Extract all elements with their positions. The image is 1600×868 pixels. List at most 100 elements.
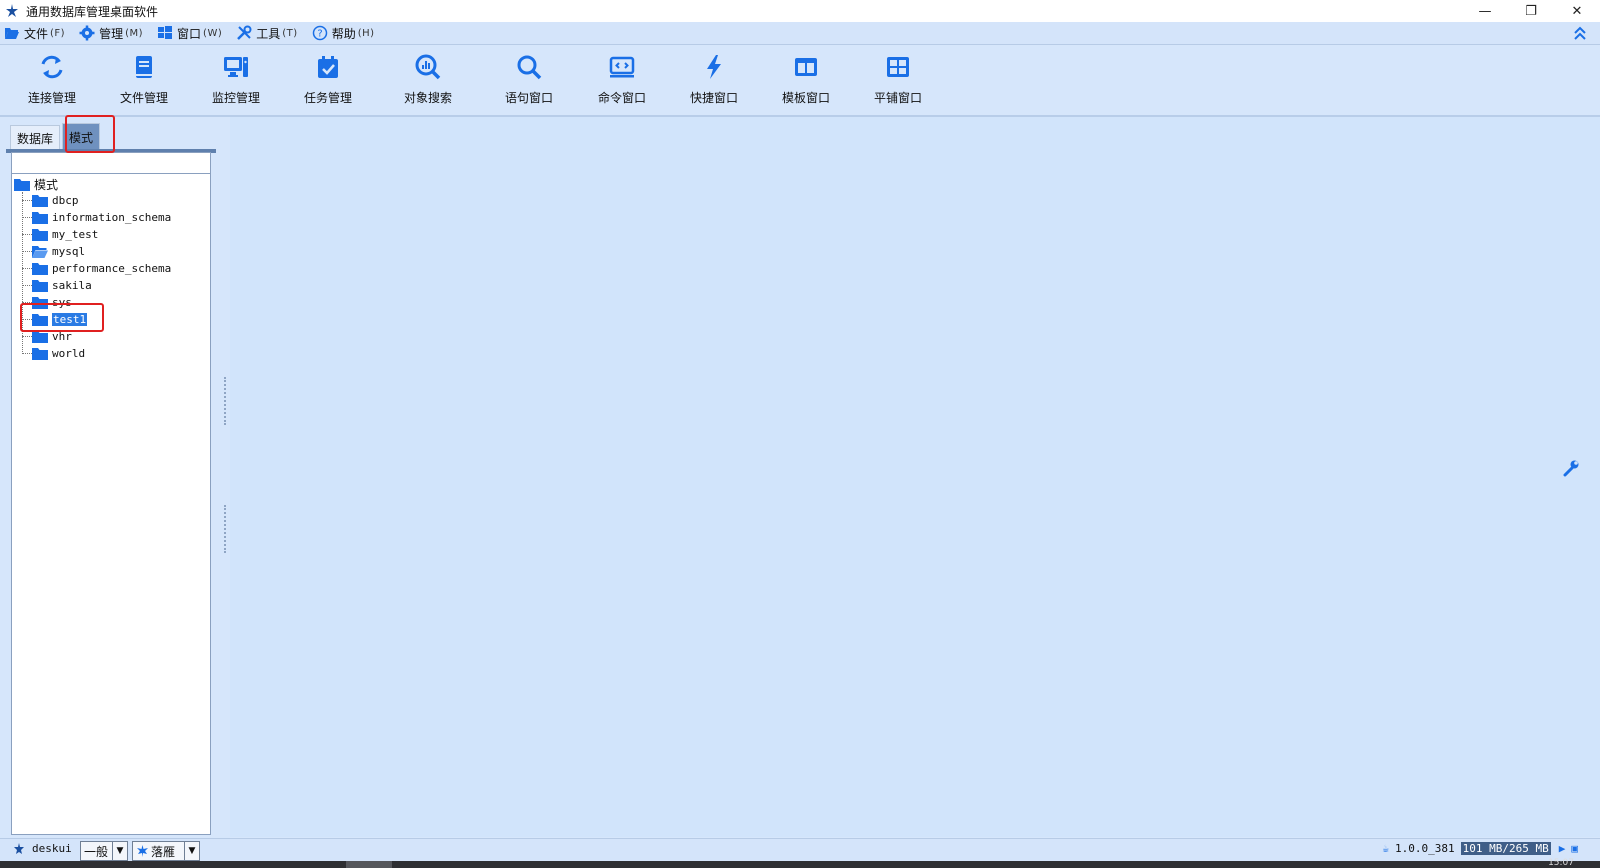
menu-bar: 文件 (F) 管理 (M) 窗口 (W) 工具 (T) ? 帮助 (H)	[0, 22, 1600, 45]
tab-database[interactable]: 数据库	[10, 125, 61, 150]
tree-node-my-test[interactable]: my_test	[22, 226, 98, 243]
collapse-toolbar-icon[interactable]	[1572, 24, 1588, 42]
menu-manage-label: 管理	[99, 26, 124, 41]
columns-icon	[795, 58, 817, 76]
taskbar-clock: 15:07	[1548, 858, 1574, 868]
tool-template-window[interactable]: 模板窗口	[766, 49, 846, 109]
menu-window-mnemonic: (W)	[203, 27, 223, 39]
svg-text:?: ?	[317, 29, 322, 40]
book-icon	[136, 56, 152, 78]
tree-node-dbcp[interactable]: dbcp	[22, 192, 79, 209]
minimize-button[interactable]: —	[1462, 0, 1508, 22]
close-button[interactable]: ✕	[1554, 0, 1600, 22]
level-select[interactable]: 一般 ▼	[80, 841, 128, 861]
tree-root[interactable]: 模式	[14, 176, 58, 193]
tree-node-label: information_schema	[52, 211, 172, 224]
tool-connection-manager-label: 连接管理	[27, 91, 76, 105]
status-bar: deskui 一般 ▼ 落雁 ▼ ☕ 1.0.0_381 101 MB/265 …	[0, 838, 1600, 861]
grid-icon	[887, 57, 909, 77]
folder-icon	[14, 179, 30, 191]
menu-window[interactable]: 窗口 (W)	[157, 25, 222, 42]
splitter-grip	[224, 377, 228, 425]
menu-manage[interactable]: 管理 (M)	[79, 25, 143, 42]
menu-file-label: 文件	[24, 26, 49, 41]
tree-connector	[22, 234, 32, 235]
tool-connection-manager[interactable]: 连接管理	[12, 49, 92, 109]
tree-connector	[22, 200, 32, 201]
menu-file-mnemonic: (F)	[50, 27, 66, 39]
tool-file-manager[interactable]: 文件管理	[104, 49, 184, 109]
folder-icon	[32, 263, 48, 275]
gear-icon	[79, 25, 95, 41]
status-username: deskui	[32, 842, 72, 855]
tree-node-performance-schema[interactable]: performance_schema	[22, 260, 171, 277]
tool-command-window[interactable]: 命令窗口	[582, 49, 662, 109]
tree-node-information-schema[interactable]: information_schema	[22, 209, 171, 226]
window-controls: — ❐ ✕	[1462, 0, 1600, 22]
menu-help[interactable]: ? 帮助 (H)	[312, 25, 375, 42]
help-icon: ?	[312, 25, 327, 41]
tree-connector	[22, 336, 32, 337]
folder-open-icon	[5, 28, 19, 39]
sync-icon	[41, 55, 63, 79]
menu-help-mnemonic: (H)	[357, 27, 375, 39]
tree-root-label: 模式	[34, 178, 59, 192]
folder-open-icon	[32, 246, 48, 258]
restore-button[interactable]: ❐	[1508, 0, 1554, 22]
menu-tools-label: 工具	[256, 26, 281, 41]
lightning-icon	[707, 55, 721, 79]
theme-value-wrap: 落雁	[133, 843, 184, 860]
title-bar: 通用数据库管理桌面软件 — ❐ ✕	[0, 0, 1600, 22]
tool-statement-window-label: 语句窗口	[504, 91, 553, 105]
schema-tree: 模式 dbcp information_schema my_test mysql…	[11, 173, 211, 835]
tree-node-label: mysql	[52, 245, 86, 258]
tree-connector	[22, 217, 32, 218]
app-logo-icon	[6, 4, 18, 17]
tool-object-search[interactable]: 对象搜索	[388, 49, 468, 109]
memory-usage: 101 MB/265 MB	[1460, 842, 1551, 855]
monitor-icon	[224, 57, 248, 77]
app-version: 1.0.0_381	[1395, 842, 1455, 855]
menu-manage-mnemonic: (M)	[125, 27, 144, 39]
folder-icon	[32, 212, 48, 224]
tree-node-label: world	[52, 347, 86, 360]
taskbar-strip: 15:07	[0, 858, 1600, 868]
wrench-icon[interactable]	[1562, 459, 1580, 477]
tool-quick-window[interactable]: 快捷窗口	[674, 49, 754, 109]
status-info: ☕ 1.0.0_381 101 MB/265 MB ▶ ▣	[1382, 842, 1578, 855]
folder-icon	[32, 348, 48, 360]
lock-icon[interactable]: ▣	[1571, 842, 1578, 855]
tree-connector	[22, 268, 32, 269]
highlight-test1-node	[20, 303, 104, 332]
tree-connector	[22, 285, 32, 286]
menu-file[interactable]: 文件 (F)	[4, 25, 65, 42]
taskbar-segment	[346, 861, 392, 868]
tool-monitor-manager[interactable]: 监控管理	[196, 49, 276, 109]
folder-icon	[32, 195, 48, 207]
notification-icon[interactable]: ▶	[1559, 842, 1566, 855]
tree-node-mysql[interactable]: mysql	[22, 243, 85, 260]
tool-statement-window[interactable]: 语句窗口	[489, 49, 569, 109]
highlight-schema-tab	[65, 115, 115, 153]
tool-tile-window[interactable]: 平铺窗口	[858, 49, 938, 109]
tool-command-window-label: 命令窗口	[597, 91, 646, 105]
tool-tile-window-label: 平铺窗口	[873, 91, 922, 105]
tree-filter-input[interactable]	[11, 152, 211, 174]
tree-node-label: sakila	[52, 279, 92, 292]
folder-icon	[32, 229, 48, 241]
tree-node-label: performance_schema	[52, 262, 172, 275]
toolbar: 连接管理 文件管理 监控管理 任务管理 对象搜索 语句窗口 命令窗口 快捷窗口 …	[0, 45, 1600, 117]
tree-node-sakila[interactable]: sakila	[22, 277, 92, 294]
theme-select[interactable]: 落雁 ▼	[132, 841, 200, 861]
tree-node-world[interactable]: world	[22, 345, 85, 362]
calendar-check-icon	[318, 56, 338, 78]
menu-tools[interactable]: 工具 (T)	[236, 25, 297, 42]
tool-task-manager[interactable]: 任务管理	[288, 49, 368, 109]
user-icon	[14, 842, 24, 854]
tree-node-label: dbcp	[52, 194, 79, 207]
level-value: 一般	[84, 844, 109, 859]
main-workspace	[230, 117, 1600, 837]
menu-window-label: 窗口	[177, 26, 202, 41]
splitter-grip	[224, 505, 228, 553]
search-icon	[517, 55, 542, 80]
